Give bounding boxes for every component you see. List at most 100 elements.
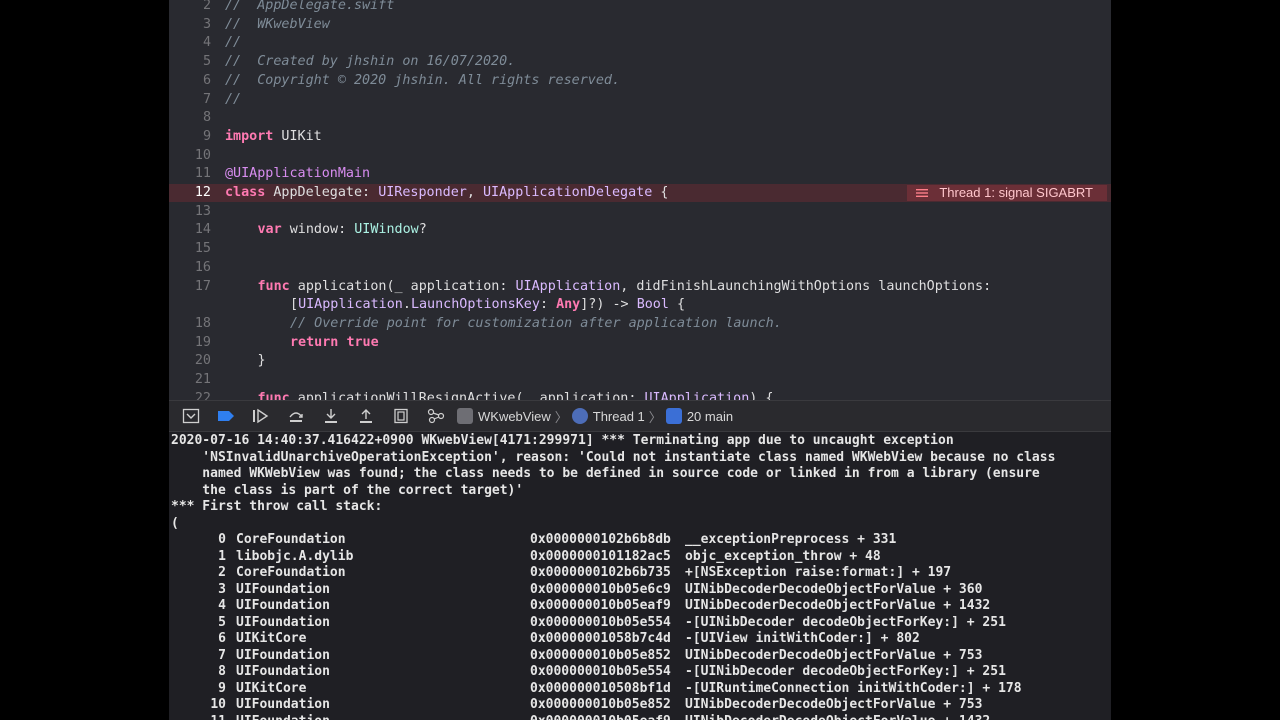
code-line[interactable]: 10 bbox=[169, 147, 1111, 165]
step-over-icon[interactable] bbox=[283, 404, 309, 428]
stack-frame-index: 4 bbox=[218, 598, 226, 613]
code-line[interactable]: 15 bbox=[169, 240, 1111, 258]
code-token: , bbox=[466, 185, 483, 200]
stack-frame-library: UIKitCore bbox=[236, 631, 307, 646]
code-line[interactable]: 9 import UIKit bbox=[169, 128, 1111, 146]
line-number: 15 bbox=[194, 241, 211, 257]
code-token: ? bbox=[418, 222, 427, 238]
code-text: // bbox=[225, 91, 241, 109]
code-line[interactable]: 4 // bbox=[169, 34, 1111, 52]
code-token: // bbox=[225, 91, 242, 107]
line-number: 2 bbox=[202, 0, 211, 13]
code-token: func bbox=[257, 390, 290, 400]
code-line[interactable]: 19 return true bbox=[169, 334, 1111, 352]
thread-icon bbox=[571, 408, 588, 424]
line-number: 21 bbox=[194, 372, 211, 387]
code-line[interactable]: 14 var window: UIWindow? bbox=[169, 221, 1111, 239]
hide-debug-area-icon[interactable] bbox=[178, 404, 204, 428]
code-line[interactable]: 18 // Override point for customization af… bbox=[169, 315, 1111, 333]
code-line[interactable]: 16 bbox=[169, 259, 1111, 277]
breakpoints-toggle-icon[interactable] bbox=[213, 404, 239, 428]
code-line[interactable]: 20} bbox=[169, 352, 1111, 370]
code-token: UIWindow bbox=[354, 222, 419, 238]
stack-frame-index: 1 bbox=[218, 548, 226, 564]
code-token: . bbox=[402, 297, 411, 313]
code-text: func applicationWillResignActive(_ appli… bbox=[258, 390, 774, 400]
code-text: @UIApplicationMain bbox=[225, 165, 370, 183]
code-text: var window: UIWindow? bbox=[258, 221, 427, 239]
line-number: 17 bbox=[194, 278, 211, 294]
code-text: // WKwebView bbox=[225, 16, 330, 34]
stack-frame-address: 0x000000010b05e852 bbox=[530, 697, 671, 712]
code-line[interactable]: 3 // WKwebView bbox=[169, 16, 1111, 34]
console-line: ( bbox=[171, 515, 179, 531]
code-line[interactable]: [UIApplication.LaunchOptionsKey: Any]?) … bbox=[169, 296, 1111, 314]
line-number: 16 bbox=[194, 259, 211, 275]
code-text: // Created by jhshin on 16/07/2020. bbox=[225, 53, 515, 71]
code-text: // Override point for customization afte… bbox=[290, 315, 782, 333]
step-out-icon[interactable] bbox=[353, 404, 379, 428]
code-token: // Created by jhshin on 16/07/2020. bbox=[225, 54, 516, 70]
code-token: return bbox=[290, 334, 339, 350]
code-line[interactable]: 5 // Created by jhshin on 16/07/2020. bbox=[169, 53, 1111, 71]
code-token: UIApplication bbox=[644, 390, 750, 400]
console-line: named WKWebView was found; the class nee… bbox=[171, 466, 1040, 481]
code-token: ) { bbox=[749, 390, 774, 400]
code-token: // Copyright © 2020 jhshin. All rights r… bbox=[225, 72, 621, 88]
stack-frame-library: UIKitCore bbox=[236, 680, 307, 696]
code-token: UIKit bbox=[273, 128, 322, 144]
stack-frame-library: CoreFoundation bbox=[236, 565, 346, 580]
code-text: // Copyright © 2020 jhshin. All rights r… bbox=[225, 72, 620, 90]
stack-frame-index: 10 bbox=[210, 697, 226, 712]
code-text: // bbox=[225, 34, 241, 52]
stack-frame-address: 0x000000010b05e852 bbox=[530, 647, 671, 663]
source-editor[interactable]: 2 // AppDelegate.swift 3 // WKwebView 4 // 5 //… bbox=[169, 0, 1111, 400]
line-number: 12 bbox=[194, 185, 211, 200]
code-line[interactable]: 17 func application(_ application: UIAppl… bbox=[169, 278, 1111, 296]
stack-frame-index: 2 bbox=[218, 565, 226, 580]
code-token: UIApplicationDelegate bbox=[483, 185, 653, 200]
code-text: func application(_ application: UIApplic… bbox=[258, 278, 992, 296]
line-number: 18 bbox=[194, 315, 211, 331]
breadcrumb-frame[interactable]: 20 main bbox=[687, 409, 733, 424]
stack-frame-symbol: -[UIRuntimeConnection initWithCoder:] + … bbox=[685, 680, 1022, 696]
continue-icon[interactable] bbox=[248, 404, 274, 428]
console-line: the class is part of the correct target)… bbox=[171, 482, 524, 498]
code-line[interactable]: 13 bbox=[169, 203, 1111, 221]
code-line[interactable]: 22 func applicationWillResignActive(_ app… bbox=[169, 390, 1111, 400]
code-line-error[interactable]: 12 class AppDelegate: UIResponder, UIAppl… bbox=[169, 184, 1111, 202]
error-annotation[interactable]: Thread 1: signal SIGABRT bbox=[907, 185, 1107, 201]
debug-console[interactable]: 2020-07-16 14:40:37.416422+0900 WKwebVie… bbox=[169, 432, 1111, 720]
breadcrumb-thread[interactable]: Thread 1 bbox=[593, 409, 645, 424]
code-token: } bbox=[257, 353, 266, 369]
stack-frame-address: 0x000000010b05eaf9 bbox=[530, 598, 671, 613]
memory-graph-icon[interactable] bbox=[423, 404, 449, 428]
code-line[interactable]: 21 bbox=[169, 371, 1111, 389]
code-line[interactable]: 2 // AppDelegate.swift bbox=[169, 0, 1111, 15]
code-line[interactable]: 11 @UIApplicationMain bbox=[169, 165, 1111, 183]
code-line[interactable]: 7 // bbox=[169, 91, 1111, 109]
stack-frame-address: 0x0000000102b6b735 bbox=[530, 565, 671, 580]
code-token: Bool bbox=[636, 297, 669, 313]
stack-frame-symbol: -[UINibDecoder decodeObjectForKey:] + 25… bbox=[685, 614, 1006, 630]
code-line[interactable]: 6 // Copyright © 2020 jhshin. All rights … bbox=[169, 72, 1111, 90]
xcode-window: 2 // AppDelegate.swift 3 // WKwebView 4 // 5 //… bbox=[169, 0, 1111, 720]
code-line[interactable]: 8 bbox=[169, 109, 1111, 127]
stack-frame-index: 5 bbox=[218, 614, 226, 630]
view-debugger-icon[interactable] bbox=[388, 404, 414, 428]
stack-frame-address: 0x00000001058b7c4d bbox=[530, 631, 671, 646]
line-number: 6 bbox=[202, 72, 211, 88]
code-token: // AppDelegate.swift bbox=[225, 0, 395, 13]
code-token: { bbox=[668, 297, 686, 313]
stack-frame-symbol: __exceptionPreprocess + 331 bbox=[685, 532, 897, 547]
code-token: import bbox=[225, 128, 274, 144]
breadcrumb-project[interactable]: WKwebView bbox=[478, 409, 551, 424]
stack-frame-symbol: objc_exception_throw + 48 bbox=[685, 548, 881, 564]
code-token: [ bbox=[290, 297, 299, 313]
stack-frame-address: 0x0000000102b6b8db bbox=[530, 532, 671, 547]
breadcrumb-chevron-icon: 〉 bbox=[554, 409, 568, 425]
stack-frame-library: UIFoundation bbox=[236, 714, 330, 720]
step-into-icon[interactable] bbox=[318, 404, 344, 428]
code-text: [UIApplication.LaunchOptionsKey: Any]?) … bbox=[290, 296, 685, 314]
code-text: } bbox=[258, 352, 266, 370]
